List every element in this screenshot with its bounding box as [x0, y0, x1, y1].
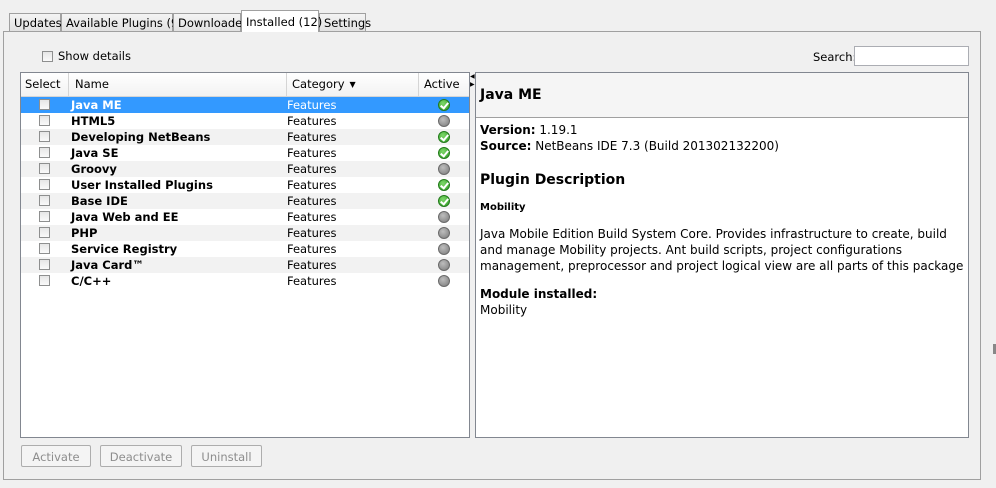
row-select-checkbox[interactable] [39, 179, 50, 190]
deactivate-button[interactable]: Deactivate [100, 445, 182, 467]
plugin-category: Mobility [480, 202, 526, 213]
plugin-name: Java Card™ [71, 258, 144, 272]
plugin-category-cell: Features [287, 98, 337, 112]
column-header-category-label: Category [292, 77, 345, 91]
plugin-category-cell: Features [287, 242, 337, 256]
inactive-dot-icon [438, 259, 450, 271]
table-row[interactable]: Java SE Features [21, 145, 469, 161]
plugin-category-cell: Features [287, 194, 337, 208]
source-line: Source: NetBeans IDE 7.3 (Build 20130213… [480, 138, 964, 154]
plugin-name: HTML5 [71, 114, 116, 128]
table-row[interactable]: Service Registry Features [21, 241, 469, 257]
plugin-category-cell: Features [287, 162, 337, 176]
table-row[interactable]: Base IDE Features [21, 193, 469, 209]
row-select-checkbox[interactable] [39, 163, 50, 174]
row-select-checkbox[interactable] [39, 131, 50, 142]
plugin-name: Java ME [71, 98, 122, 112]
column-header-select[interactable]: Select [21, 73, 69, 96]
inactive-dot-icon [438, 227, 450, 239]
version-value: 1.19.1 [539, 123, 578, 137]
table-body: Java ME Features HTML5 Features Developing N… [21, 97, 469, 289]
details-body: Version: 1.19.1 Source: NetBeans IDE 7.3… [476, 118, 968, 322]
plugin-category-cell: Features [287, 258, 337, 272]
active-check-icon [438, 179, 450, 191]
row-select-checkbox[interactable] [39, 259, 50, 270]
plugin-name: User Installed Plugins [71, 178, 213, 192]
column-header-category[interactable]: Category ▼ [287, 73, 419, 96]
table-row[interactable]: Java Card™ Features [21, 257, 469, 273]
row-select-checkbox[interactable] [39, 227, 50, 238]
row-select-checkbox[interactable] [39, 115, 50, 126]
inactive-dot-icon [438, 211, 450, 223]
splitter-left-arrow-icon[interactable]: ◀ [470, 74, 475, 80]
plugin-name: PHP [71, 226, 98, 240]
inactive-dot-icon [438, 275, 450, 287]
show-details-label: Show details [58, 49, 131, 63]
module-installed-heading: Module installed: [480, 287, 598, 301]
table-row[interactable]: Java Web and EE Features [21, 209, 469, 225]
version-label: Version: [480, 123, 536, 137]
table-header: Select Name Category ▼ Active [21, 73, 469, 97]
show-details-option[interactable]: Show details [42, 50, 131, 63]
row-select-checkbox[interactable] [39, 243, 50, 254]
table-row[interactable]: PHP Features [21, 225, 469, 241]
row-select-checkbox[interactable] [39, 211, 50, 222]
plugin-name: Groovy [71, 162, 117, 176]
table-row[interactable]: Groovy Features [21, 161, 469, 177]
plugin-name: Java Web and EE [71, 210, 179, 224]
plugin-name: C/C++ [71, 274, 112, 288]
plugin-description: Java Mobile Edition Build System Core. P… [480, 227, 964, 273]
splitter-right-arrow-icon[interactable]: ▶ [470, 82, 475, 88]
inactive-dot-icon [438, 163, 450, 175]
show-details-checkbox[interactable] [42, 51, 53, 62]
table-row[interactable]: C/C++ Features [21, 273, 469, 289]
tab-installed[interactable]: Installed (12) [241, 10, 322, 32]
plugin-category-cell: Features [287, 210, 337, 224]
source-value: NetBeans IDE 7.3 (Build 201302132200) [535, 139, 779, 153]
table-row[interactable]: Developing NetBeans Features [21, 129, 469, 145]
row-select-checkbox[interactable] [39, 147, 50, 158]
plugin-table: Select Name Category ▼ Active Java ME Feat… [20, 72, 470, 438]
table-row[interactable]: User Installed Plugins Features [21, 177, 469, 193]
plugin-description-heading: Plugin Description [480, 172, 626, 188]
column-header-active[interactable]: Active [419, 73, 469, 96]
active-check-icon [438, 195, 450, 207]
row-select-checkbox[interactable] [39, 99, 50, 110]
active-check-icon [438, 99, 450, 111]
version-line: Version: 1.19.1 [480, 122, 964, 138]
plugin-category-cell: Features [287, 274, 337, 288]
row-select-checkbox[interactable] [39, 195, 50, 206]
plugin-name: Service Registry [71, 242, 178, 256]
plugin-category-cell: Features [287, 226, 337, 240]
table-row[interactable]: HTML5 Features [21, 113, 469, 129]
table-row[interactable]: Java ME Features [21, 97, 469, 113]
installed-panel: Show details Search: Select Name Categor… [3, 31, 981, 480]
tab-available-plugins[interactable]: Available Plugins (90) [61, 13, 190, 31]
plugin-details-pane: Java ME Version: 1.19.1 Source: NetBeans… [475, 72, 969, 438]
source-label: Source: [480, 139, 532, 153]
details-title: Java ME [476, 73, 968, 118]
active-check-icon [438, 131, 450, 143]
row-select-checkbox[interactable] [39, 275, 50, 286]
uninstall-button[interactable]: Uninstall [191, 445, 262, 467]
plugin-category-cell: Features [287, 114, 337, 128]
module-installed-value: Mobility [480, 303, 528, 317]
plugin-category-cell: Features [287, 146, 337, 160]
plugin-name: Base IDE [71, 194, 128, 208]
plugin-category-cell: Features [287, 178, 337, 192]
activate-button[interactable]: Activate [21, 445, 91, 467]
plugin-name: Developing NetBeans [71, 130, 211, 144]
sort-filter-icon: ▼ [349, 80, 356, 89]
inactive-dot-icon [438, 243, 450, 255]
plugin-name: Java SE [71, 146, 119, 160]
tab-settings[interactable]: Settings [319, 13, 371, 31]
inactive-dot-icon [438, 115, 450, 127]
plugin-category-cell: Features [287, 130, 337, 144]
search-label: Search: [813, 50, 857, 64]
tab-downloaded[interactable]: Downloaded [173, 13, 250, 31]
active-check-icon [438, 147, 450, 159]
search-input[interactable] [854, 46, 969, 66]
column-header-name[interactable]: Name [69, 73, 287, 96]
tab-updates[interactable]: Updates [9, 13, 62, 31]
